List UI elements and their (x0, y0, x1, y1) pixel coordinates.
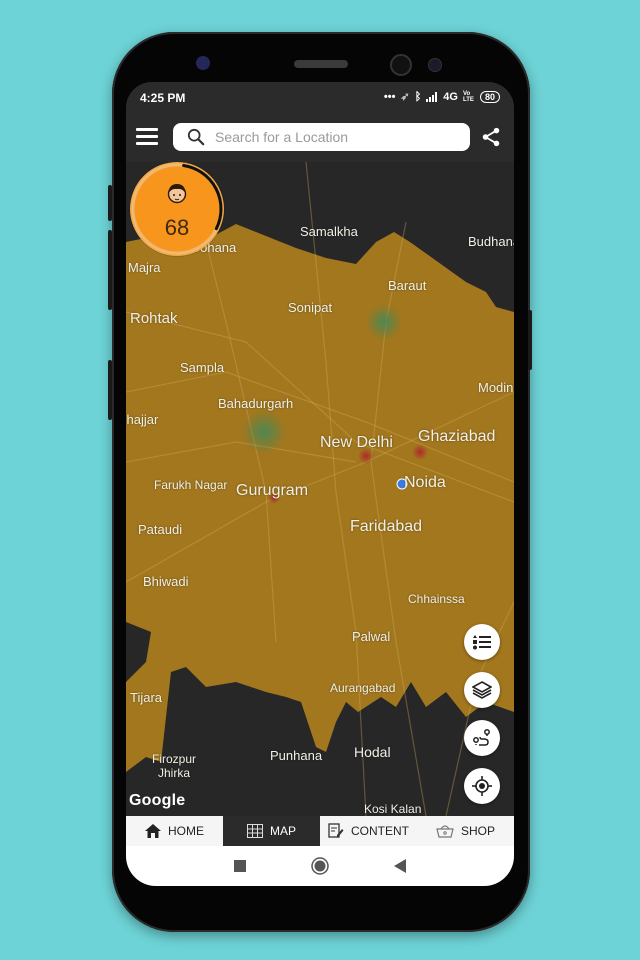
volte-badge: Vo LTE (462, 90, 474, 103)
status-icons: ••• ➶ ᛒ 4G Vo LTE 80 (384, 90, 500, 103)
share-icon[interactable] (480, 126, 502, 148)
google-attribution: Google (129, 792, 186, 809)
route-button[interactable] (464, 720, 500, 756)
city-label: Pataudi (138, 522, 183, 537)
route-icon (473, 729, 490, 746)
city-label: Palwal (352, 629, 391, 644)
app-header (126, 112, 514, 162)
hamburger-icon (136, 128, 158, 131)
recents-icon (234, 860, 246, 872)
search-input[interactable] (213, 128, 457, 146)
aqi-hotspot-good (242, 410, 286, 454)
city-label: Punhana (270, 748, 323, 763)
city-label: Aurangabad (330, 681, 396, 695)
home-circle-icon (311, 857, 329, 875)
status-time: 4:25 PM (140, 91, 186, 105)
edit-document-icon (328, 823, 344, 838)
crosshair-icon (472, 776, 492, 796)
bixby-key (108, 360, 112, 420)
legend-button[interactable] (464, 624, 500, 660)
city-label: Baraut (388, 278, 427, 293)
city-label: Noida (404, 474, 446, 491)
tab-map[interactable]: MAP (223, 816, 320, 846)
tab-content[interactable]: CONTENT (320, 816, 417, 846)
battery-indicator: 80 (479, 90, 500, 103)
tab-label: CONTENT (351, 824, 409, 838)
layers-icon (472, 681, 492, 699)
search-bar[interactable] (173, 123, 470, 151)
city-label: Bhiwadi (143, 574, 189, 589)
bluetooth-icon: ᛒ (414, 90, 422, 103)
back-button[interactable] (390, 856, 410, 876)
city-label: Firozpur Jhirka (151, 752, 196, 780)
city-label: Gurugram (236, 482, 309, 499)
tab-shop[interactable]: SHOP (417, 816, 514, 846)
system-nav-bar (126, 846, 514, 886)
search-icon (187, 128, 205, 146)
map-grid-icon (246, 824, 263, 838)
hamburger-icon-line (136, 135, 158, 138)
recents-button[interactable] (230, 856, 250, 876)
city-label: Ghaziabad (418, 428, 496, 445)
aqi-hotspot-good (366, 304, 402, 340)
city-label: Majra (128, 260, 161, 275)
more-notifications-icon: ••• (383, 90, 396, 103)
layers-button[interactable] (464, 672, 500, 708)
my-location-button[interactable] (464, 768, 500, 804)
face-icon (167, 184, 187, 204)
iris-sensor-icon (390, 54, 412, 76)
basket-icon (436, 825, 454, 838)
tab-home[interactable]: HOME (126, 816, 223, 846)
signal-icon (426, 91, 438, 102)
city-label: Sampla (180, 360, 225, 375)
proximity-sensor-icon (428, 58, 442, 72)
city-label: Faridabad (350, 518, 423, 535)
city-label: Kosi Kalan (364, 802, 422, 816)
list-icon (473, 635, 491, 650)
city-label: Modinagar (478, 380, 514, 395)
city-label: Farukh Nagar (154, 478, 228, 492)
city-label: Rohtak (130, 310, 178, 327)
screen: 4:25 PM ••• ➶ ᛒ 4G Vo LTE 80 Search for … (126, 82, 514, 886)
menu-button[interactable] (136, 128, 158, 146)
city-label: Jhajjar (126, 412, 159, 427)
location-off-icon: ➶ (400, 91, 410, 103)
city-label: Hodal (354, 744, 391, 760)
city-label: Tijara (130, 690, 163, 705)
aqi-hotspot-poor (412, 444, 428, 460)
city-label: Samalkha (300, 224, 358, 239)
back-icon (394, 859, 406, 873)
home-nav-button[interactable] (310, 856, 330, 876)
aqi-progress-ring (131, 163, 223, 255)
front-camera-icon (196, 56, 210, 70)
city-label: Sonipat (288, 300, 333, 315)
network-type: 4G (443, 90, 458, 103)
hamburger-icon-line (136, 142, 158, 145)
aqi-value: 68 (164, 215, 190, 240)
power-key (528, 310, 532, 370)
earpiece-speaker (294, 60, 348, 68)
volume-key (108, 230, 112, 310)
map-view[interactable]: Samalkha Budhana Gohana Majra Baraut Son… (126, 162, 514, 816)
tab-label: MAP (269, 824, 296, 838)
city-label: Budhana (468, 234, 514, 249)
status-bar: 4:25 PM ••• ➶ ᛒ 4G Vo LTE 80 (126, 82, 514, 112)
aqi-badge[interactable]: 68 (130, 162, 224, 256)
tab-label: SHOP (460, 824, 495, 838)
tab-label: HOME (168, 824, 204, 838)
home-icon (145, 824, 161, 838)
city-label: New Delhi (320, 434, 393, 451)
bottom-tab-bar: HOME MAP CONTENT SHOP (126, 816, 514, 846)
volume-key (108, 185, 112, 221)
city-label: Chhainssa (408, 592, 465, 606)
city-label: Bahadurgarh (218, 396, 294, 411)
